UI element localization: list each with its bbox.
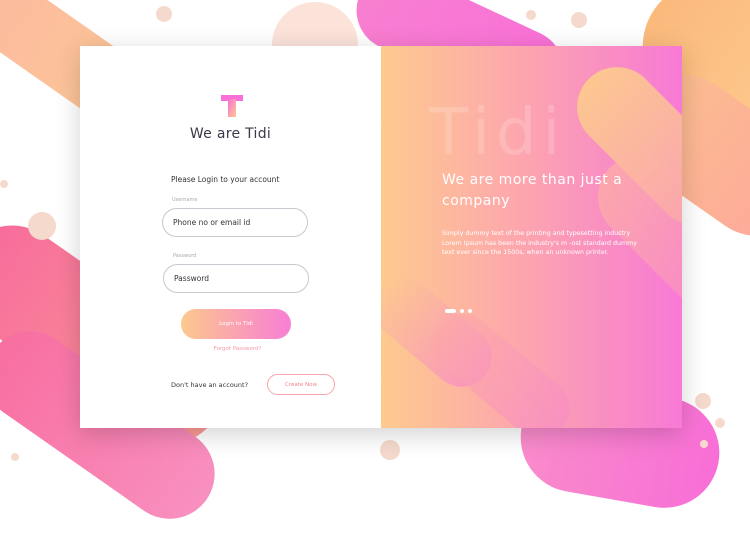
hero-headline: We are more than just a company bbox=[442, 172, 623, 209]
forgot-password-link[interactable]: Forgot Password? bbox=[80, 346, 381, 352]
hero-watermark: Tidi bbox=[429, 96, 567, 170]
hero-panel: Tidi We are more than just a company Sim… bbox=[381, 46, 682, 428]
hero-paragraph: Simply dummy text of the printing and ty… bbox=[442, 230, 638, 256]
login-subtitle: Please Login to your account bbox=[171, 175, 280, 184]
carousel-indicator[interactable] bbox=[468, 309, 472, 313]
tidi-logo-icon bbox=[221, 95, 243, 117]
login-button[interactable]: Login to Tidi bbox=[181, 309, 291, 339]
login-card: We are Tidi Please Login to your account… bbox=[80, 46, 682, 428]
create-account-button[interactable]: Create Now bbox=[267, 374, 335, 395]
no-account-text: Don't have an account? bbox=[171, 381, 249, 389]
username-label: Username bbox=[172, 197, 198, 203]
brand-name: We are Tidi bbox=[189, 126, 272, 142]
username-input[interactable]: Phone no or email id bbox=[162, 208, 308, 237]
login-panel: We are Tidi Please Login to your account… bbox=[80, 46, 381, 428]
password-input[interactable]: Password bbox=[163, 264, 309, 293]
password-label: Password bbox=[173, 253, 197, 259]
carousel-indicator[interactable] bbox=[460, 309, 464, 313]
carousel-indicator-active[interactable] bbox=[445, 309, 456, 313]
